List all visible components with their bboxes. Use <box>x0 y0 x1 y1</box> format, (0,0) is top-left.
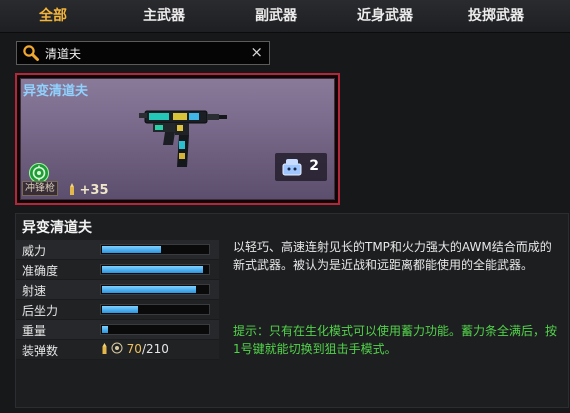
stat-label: 后坐力 <box>22 304 59 318</box>
ammo-clip-icon <box>111 342 127 356</box>
weapon-card-name: 异变清道夫 <box>23 84 89 99</box>
clear-search-button[interactable]: × <box>250 43 263 61</box>
inventory-count-box: 2 <box>275 153 327 181</box>
tab-secondary-weapon[interactable]: 副武器 <box>237 0 315 33</box>
stat-row-power: 威力 <box>16 240 219 260</box>
stat-label: 准确度 <box>22 264 59 278</box>
stat-bar <box>100 324 210 335</box>
stat-row-fire-rate: 射速 <box>16 280 219 300</box>
ammo-current: 70 <box>126 342 142 356</box>
submachine-gun-image <box>139 105 229 177</box>
weapon-tip: 提示：只有在生化模式可以使用蓄力功能。蓄力条全满后，按1号键就能切换到狙击手模式… <box>233 324 558 356</box>
search-input[interactable] <box>45 44 241 62</box>
stat-row-weight: 重量 <box>16 320 219 340</box>
stat-bar <box>100 244 210 255</box>
stat-bar-fill <box>102 306 138 313</box>
tab-melee-weapon[interactable]: 近身武器 <box>342 0 428 33</box>
stat-bar <box>100 284 210 295</box>
ammo-total: /210 <box>141 342 169 356</box>
stat-bar <box>100 304 210 315</box>
weapon-description: 以轻巧、高速连射见长的TMP和火力强大的AWM结合而成的新式武器。被认为是近战和… <box>233 240 552 272</box>
weapon-detail-panel: 异变清道夫 威力 准确度 射速 后坐力 重量 装弹数 70/210 以轻巧、高速… <box>15 213 569 408</box>
stat-label: 射速 <box>22 284 47 298</box>
stat-row-ammo: 装弹数 70/210 <box>16 340 219 360</box>
stat-label: 重量 <box>22 324 47 338</box>
inventory-box-icon <box>281 157 303 181</box>
stat-bar <box>100 264 210 275</box>
weapon-bonus-text: +35 <box>79 183 109 198</box>
weapon-stats-table: 威力 准确度 射速 后坐力 重量 装弹数 70/210 <box>16 240 219 360</box>
ammo-value: 70/210 <box>102 342 169 356</box>
stat-bar-fill <box>102 246 161 253</box>
stat-row-accuracy: 准确度 <box>16 260 219 280</box>
tab-throwing-weapon[interactable]: 投掷武器 <box>453 0 539 33</box>
weapon-detail-title: 异变清道夫 <box>22 220 92 236</box>
stat-bar-fill <box>102 286 196 293</box>
stat-row-recoil: 后坐力 <box>16 300 219 320</box>
search-icon <box>22 44 40 66</box>
tab-all[interactable]: 全部 <box>17 0 89 33</box>
stat-bar-fill <box>102 266 203 273</box>
stat-label: 威力 <box>22 244 47 258</box>
weapon-category-tag: 冲锋枪 <box>22 181 58 196</box>
tab-primary-weapon[interactable]: 主武器 <box>125 0 203 33</box>
category-tab-bar: 全部 主武器 副武器 近身武器 投掷武器 <box>0 0 570 33</box>
inventory-count: 2 <box>309 158 319 174</box>
bullet-icon <box>69 183 80 198</box>
stat-bar-fill <box>102 326 108 333</box>
search-box: × <box>16 41 270 65</box>
stat-label: 装弹数 <box>22 344 59 358</box>
weapon-card-background: 异变清道夫 冲锋枪 +35 2 <box>20 78 335 200</box>
weapon-bonus-value: +35 <box>69 183 109 198</box>
weapon-card[interactable]: 异变清道夫 冲锋枪 +35 2 <box>15 73 340 205</box>
ammo-bullet-icon <box>102 342 111 356</box>
mode-badge-icon <box>29 163 49 183</box>
